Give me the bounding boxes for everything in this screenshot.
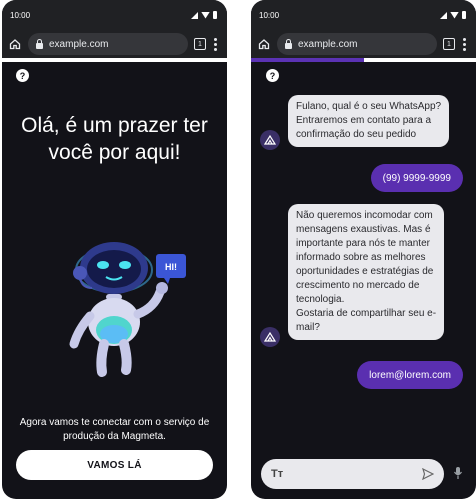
subtitle-line: produção da Magmeta. xyxy=(63,431,166,442)
message-line: importante para nós te manter xyxy=(296,238,430,249)
status-bar: 10:00 xyxy=(2,0,227,30)
message-line: informado sobre as melhores xyxy=(296,252,426,263)
help-icon[interactable]: ? xyxy=(266,69,279,82)
message-line: crescimento no mercado de xyxy=(296,280,420,291)
bot-message: Não queremos incomodar com mensagens exa… xyxy=(288,204,445,340)
welcome-title: Olá, é um prazer ter você por aqui! xyxy=(2,112,227,166)
address-bar[interactable]: example.com xyxy=(28,33,188,55)
status-time: 10:00 xyxy=(259,10,280,20)
welcome-title-line: Olá, é um prazer ter xyxy=(21,114,208,137)
menu-icon[interactable] xyxy=(461,37,468,51)
signal-icon xyxy=(191,11,198,19)
help-icon[interactable]: ? xyxy=(16,69,29,82)
subtitle-line: Agora vamos te conectar com o serviço de xyxy=(19,417,210,428)
message-line: confirmação do seu pedido xyxy=(296,129,417,140)
message-composer[interactable]: Tт xyxy=(261,459,444,489)
send-icon[interactable] xyxy=(422,468,434,480)
home-icon[interactable] xyxy=(257,37,271,51)
message-line: Entraremos em contato para a xyxy=(296,115,432,126)
user-message: lorem@lorem.com xyxy=(357,361,463,389)
connection-subtitle: Agora vamos te conectar com o serviço de… xyxy=(12,416,217,444)
signal-icon xyxy=(440,11,447,19)
chat-progress-bar xyxy=(251,58,476,62)
bot-message: Fulano, qual é o seu WhatsApp? Entraremo… xyxy=(288,95,450,147)
status-bar: 10:00 xyxy=(251,0,476,30)
status-time: 10:00 xyxy=(10,10,31,20)
tabs-icon[interactable]: 1 xyxy=(194,38,206,50)
browser-toolbar: example.com 1 xyxy=(2,30,227,58)
vamos-la-button[interactable]: VAMOS LÁ xyxy=(16,450,213,480)
phone-chat-screen: 10:00 example.com 1 ? Fulano, qual é o s… xyxy=(251,0,476,499)
bot-avatar-icon xyxy=(260,130,280,150)
wifi-icon xyxy=(201,11,210,19)
message-line: mail? xyxy=(296,322,320,333)
message-line: Fulano, qual é o seu WhatsApp? xyxy=(296,101,442,112)
lock-icon xyxy=(36,38,43,49)
home-icon[interactable] xyxy=(8,37,22,51)
robot-sign-text: HI! xyxy=(165,262,177,272)
page-progress-bar xyxy=(2,58,227,62)
url-text: example.com xyxy=(298,38,358,50)
bot-avatar-icon xyxy=(260,327,280,347)
battery-icon xyxy=(213,11,217,19)
message-line: tecnologia. xyxy=(296,294,345,305)
tabs-icon[interactable]: 1 xyxy=(443,38,455,50)
message-line: Gostaria de compartilhar seu e- xyxy=(296,308,437,319)
message-line: oportunidades e estratégias de xyxy=(296,266,434,277)
text-format-icon[interactable]: Tт xyxy=(271,468,283,480)
chat-progress-fill xyxy=(251,58,364,62)
message-line: Não queremos incomodar com xyxy=(296,210,433,221)
message-line: mensagens exaustivas. Mas é xyxy=(296,224,431,235)
url-text: example.com xyxy=(49,38,109,50)
address-bar[interactable]: example.com xyxy=(277,33,437,55)
mic-icon[interactable] xyxy=(453,466,463,480)
lock-icon xyxy=(285,38,292,49)
browser-toolbar: example.com 1 xyxy=(251,30,476,58)
robot-illustration: HI! xyxy=(69,242,186,377)
user-message: (99) 9999-9999 xyxy=(370,164,463,192)
wifi-icon xyxy=(450,11,459,19)
battery-icon xyxy=(462,11,466,19)
phone-welcome-screen: 10:00 example.com 1 ? Olá, é um prazer t… xyxy=(2,0,227,499)
welcome-title-line: você por aqui! xyxy=(48,141,181,164)
menu-icon[interactable] xyxy=(212,37,219,51)
